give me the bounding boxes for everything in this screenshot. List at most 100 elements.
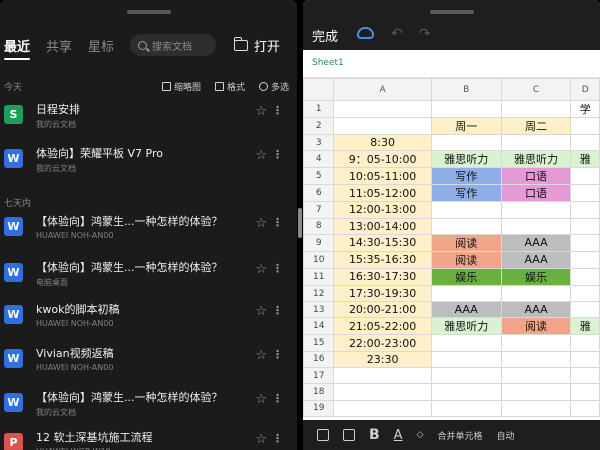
cell[interactable]: 雅思听力 <box>430 150 502 169</box>
auto-wrap-button[interactable]: 自动 <box>497 429 515 442</box>
row-header[interactable]: 13 <box>303 301 335 319</box>
cell[interactable]: 16:30-17:30 <box>333 267 432 286</box>
row-header[interactable]: 15 <box>303 334 335 352</box>
star-icon[interactable]: ☆ <box>255 148 267 163</box>
cell[interactable]: 9：05-10:00 <box>333 150 432 169</box>
cell[interactable] <box>500 383 572 401</box>
cell[interactable]: 21:05-22:00 <box>333 317 432 336</box>
cell[interactable]: 12:00-13:00 <box>333 201 432 219</box>
cell[interactable]: AAA <box>430 301 502 319</box>
cell[interactable] <box>570 383 600 401</box>
cell[interactable] <box>430 350 502 369</box>
cell[interactable]: 写作 <box>430 184 502 203</box>
cell[interactable] <box>570 367 600 385</box>
cell[interactable]: 15:35-16:30 <box>333 250 432 269</box>
star-icon[interactable]: ☆ <box>255 432 267 447</box>
row-header[interactable]: 2 <box>303 117 335 135</box>
row-header[interactable]: 5 <box>303 167 335 186</box>
pane-drag-handle[interactable] <box>126 10 171 14</box>
cell[interactable]: 口语 <box>500 167 572 186</box>
cell[interactable] <box>570 250 600 269</box>
cell[interactable] <box>570 350 600 369</box>
cloud-sync-icon[interactable] <box>357 27 374 39</box>
more-options-icon[interactable]: ⋮ <box>272 262 283 275</box>
file-item[interactable]: Wkwok的脚本初稿 HUAWEI NOH-AN00 ☆ ⋮ <box>0 298 297 344</box>
cell[interactable]: 阅读 <box>500 317 572 336</box>
cell[interactable] <box>500 367 572 385</box>
search-input[interactable]: 搜索文档 <box>130 34 217 56</box>
undo-icon[interactable]: ↶ <box>391 26 403 42</box>
grid-layout-icon[interactable] <box>317 429 329 441</box>
cell[interactable]: 14:30-15:30 <box>333 233 432 252</box>
cell[interactable]: 23:30 <box>333 350 432 369</box>
fill-color-icon[interactable]: ◇ <box>417 430 424 440</box>
cell[interactable] <box>500 133 572 152</box>
file-item[interactable]: W 【体验向】鸿蒙生...一种怎样的体验？ HUAWEI NOH-AN00 ☆ ⋮ <box>0 210 297 256</box>
cell[interactable] <box>430 100 502 118</box>
tab-recent[interactable]: 最近 <box>4 36 31 60</box>
row-header[interactable]: 19 <box>303 399 335 417</box>
cell[interactable] <box>430 284 502 303</box>
more-options-icon[interactable]: ⋮ <box>272 432 283 445</box>
format-filter-button[interactable]: 格式 <box>214 80 245 93</box>
file-item[interactable]: W 体验向】荣耀平板 V7 Pro 我的云文档 ☆ ⋮ <box>0 142 297 188</box>
open-button[interactable]: 打开 <box>233 36 280 55</box>
row-header[interactable]: 12 <box>303 284 335 303</box>
row-header[interactable]: 8 <box>303 217 335 235</box>
more-options-icon[interactable]: ⋮ <box>272 216 283 229</box>
row-header[interactable]: 9 <box>303 233 335 252</box>
row-header[interactable]: 3 <box>303 133 335 152</box>
cell[interactable] <box>570 267 600 286</box>
done-button[interactable]: 完成 <box>312 26 338 45</box>
row-header[interactable]: 14 <box>303 317 335 336</box>
cell[interactable] <box>430 367 502 385</box>
row-header[interactable]: 18 <box>303 383 335 401</box>
cell[interactable] <box>500 334 572 352</box>
cell[interactable] <box>333 367 432 385</box>
cell[interactable] <box>500 100 572 118</box>
pane-drag-handle[interactable] <box>429 10 474 14</box>
star-icon[interactable]: ☆ <box>255 304 267 319</box>
cell[interactable] <box>570 133 600 152</box>
file-item[interactable]: P12 软土深基坑施工流程HUAWEI WGR-W19☆⋮ <box>0 426 297 450</box>
corner-cell[interactable] <box>303 78 335 101</box>
cell[interactable] <box>430 334 502 352</box>
star-icon[interactable]: ☆ <box>255 262 267 277</box>
cell[interactable] <box>430 133 502 152</box>
cell[interactable]: 10:05-11:00 <box>333 167 432 186</box>
cell[interactable]: 口语 <box>500 184 572 203</box>
star-icon[interactable]: ☆ <box>255 392 267 407</box>
cell[interactable]: AAA <box>500 301 572 319</box>
multi-select-button[interactable]: 多选 <box>258 80 289 93</box>
cell[interactable] <box>500 284 572 303</box>
cell[interactable]: 写作 <box>430 167 502 186</box>
thumbnail-view-button[interactable]: 缩略图 <box>161 80 201 93</box>
cell[interactable] <box>430 383 502 401</box>
cell[interactable] <box>500 399 572 417</box>
cell[interactable] <box>333 117 432 135</box>
cell[interactable]: 11:05-12:00 <box>333 184 432 203</box>
cell[interactable]: 娱乐 <box>500 267 572 286</box>
cell-style-icon[interactable] <box>343 429 355 441</box>
cell[interactable] <box>500 350 572 369</box>
cell[interactable] <box>430 217 502 235</box>
more-options-icon[interactable]: ⋮ <box>272 348 283 361</box>
file-item[interactable]: S 日程安排 我的云文档 ☆ ⋮ <box>0 98 297 144</box>
column-header[interactable]: B <box>430 78 502 101</box>
more-options-icon[interactable]: ⋮ <box>272 148 283 161</box>
cell[interactable]: AAA <box>500 250 572 269</box>
more-options-icon[interactable]: ⋮ <box>272 392 283 405</box>
cell[interactable] <box>570 201 600 219</box>
cell[interactable] <box>570 284 600 303</box>
cell[interactable] <box>500 217 572 235</box>
row-header[interactable]: 17 <box>303 367 335 385</box>
star-icon[interactable]: ☆ <box>255 216 267 231</box>
cell[interactable]: 17:30-19:30 <box>333 284 432 303</box>
cell[interactable] <box>430 201 502 219</box>
split-handle[interactable] <box>298 208 302 238</box>
redo-icon[interactable]: ↷ <box>419 26 431 42</box>
row-header[interactable]: 1 <box>303 100 335 118</box>
cell[interactable]: 8:30 <box>333 133 432 152</box>
file-item[interactable]: W Vivian视频返稿 HUAWEI NOH-AN00 ☆ ⋮ <box>0 342 297 388</box>
row-header[interactable]: 10 <box>303 250 335 269</box>
